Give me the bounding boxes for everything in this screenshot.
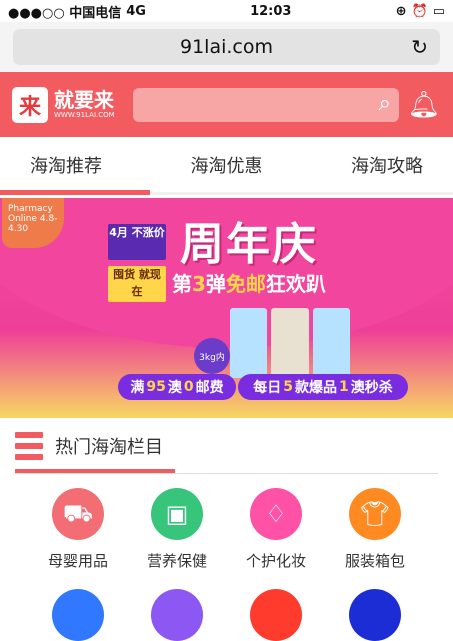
price-box-1: 4月 不涨价	[108, 224, 166, 260]
free-shipping-pill: 满 95 澳 0 邮费	[118, 374, 236, 400]
category-health[interactable]: ▣ 营养保健	[129, 488, 225, 571]
subtitle-number: 3	[192, 272, 206, 296]
pill1-suffix: 邮费	[195, 380, 224, 396]
category-baby[interactable]: ⛟ 母婴用品	[30, 488, 126, 571]
category-beauty[interactable]: ♢ 个护化妆	[228, 488, 324, 571]
subtitle-prefix: 第	[172, 272, 192, 296]
circle-icon	[250, 589, 302, 641]
pill2-mid: 款爆品	[295, 380, 337, 396]
list-icon	[15, 431, 43, 460]
hot-categories-header: 热门海淘栏目	[0, 418, 453, 473]
orientation-lock-icon: ⊕	[395, 3, 407, 19]
status-left: ●●●○○ 中国电信 4G	[8, 2, 146, 21]
pill1-mid: 澳	[167, 380, 182, 396]
alarm-icon: ⏰	[411, 3, 428, 19]
category-item[interactable]	[228, 589, 324, 641]
promo-banner[interactable]: Pharmacy Online 4.8-4.30 4月 不涨价 囤货 就现在 周…	[0, 198, 453, 418]
pill1-number2: 0	[183, 379, 194, 395]
circle-icon	[349, 589, 401, 641]
time-label: 12:03	[250, 3, 292, 19]
product-image-3	[312, 308, 350, 378]
pill2-number2: 1	[339, 379, 349, 395]
price-box-2: 囤货 就现在	[108, 266, 166, 302]
pill1-prefix: 满	[130, 380, 145, 396]
url-text: 91lai.com	[180, 36, 273, 58]
logo-title: 就要来	[54, 88, 114, 112]
category-item[interactable]	[129, 589, 225, 641]
tab-recommend[interactable]: 海淘推荐	[30, 152, 102, 178]
status-bar: ●●●○○ 中国电信 4G 12:03 ⊕ ⏰ ▭	[0, 0, 453, 22]
circle-icon	[151, 589, 203, 641]
product-image-2	[271, 308, 309, 378]
category-fashion[interactable]: 👕︎ 服装箱包	[327, 488, 423, 571]
shirt-icon: 👕︎	[349, 488, 401, 540]
pill2-prefix: 每日	[253, 380, 282, 396]
status-right: ⊕ ⏰ ▭	[396, 4, 445, 19]
category-label: 营养保健	[146, 552, 207, 570]
flash-sale-pill: 每日 5 款爆品 1 澳秒杀	[238, 374, 408, 400]
subtitle-highlight: 免邮	[225, 272, 266, 296]
category-item[interactable]	[327, 589, 423, 641]
tab-guides[interactable]: 海淘攻略	[351, 152, 423, 178]
categories-row-1: ⛟ 母婴用品 ▣ 营养保健 ♢ 个护化妆 👕︎ 服装箱包	[0, 474, 453, 571]
network-label: 4G	[126, 3, 146, 19]
logo-badge: 来	[12, 86, 48, 123]
site-header: 来 就要来 WWW.91LAI.COM ⌕ 🔔︎	[0, 72, 453, 137]
search-icon[interactable]: ⌕	[379, 91, 391, 116]
logo-text: 就要来 WWW.91LAI.COM	[54, 89, 115, 120]
pill2-number: 5	[283, 379, 293, 395]
pill2-suffix: 澳秒杀	[350, 380, 393, 396]
perfume-icon: ♢	[250, 488, 302, 540]
battery-icon: ▭	[432, 3, 445, 19]
tab-deals[interactable]: 海淘优惠	[191, 152, 263, 178]
section-underline	[15, 469, 175, 473]
section-title: 热门海淘栏目	[55, 436, 163, 458]
box-icon: ▣	[151, 488, 203, 540]
browser-url-bar: 91lai.com ↻	[0, 22, 453, 72]
circle-icon	[52, 589, 104, 641]
banner-subtitle: 第3弹免邮狂欢趴	[172, 268, 326, 297]
banner-title: 周年庆	[180, 219, 318, 270]
product-image-1	[230, 308, 268, 378]
category-label: 服装箱包	[344, 552, 405, 570]
stroller-icon: ⛟	[52, 488, 104, 540]
carrier-label: ●●●○○ 中国电信	[8, 5, 122, 21]
reload-icon[interactable]: ↻	[411, 35, 428, 59]
tab-bar: 海淘推荐 海淘优惠 海淘攻略	[0, 137, 453, 195]
category-item[interactable]	[30, 589, 126, 641]
weight-badge: 3kg内	[194, 338, 230, 374]
category-label: 母婴用品	[47, 552, 108, 570]
site-logo[interactable]: 来 就要来 WWW.91LAI.COM	[12, 86, 115, 123]
logo-subtitle: WWW.91LAI.COM	[54, 111, 115, 119]
category-label: 个护化妆	[245, 552, 306, 570]
search-input[interactable]: ⌕	[132, 87, 399, 122]
product-images	[230, 308, 350, 378]
subtitle-mid: 弹	[205, 272, 226, 296]
subtitle-suffix: 狂欢趴	[265, 272, 326, 296]
active-tab-indicator	[0, 190, 150, 195]
pill1-number: 95	[146, 379, 166, 395]
categories-row-2	[0, 571, 453, 641]
url-field[interactable]: 91lai.com ↻	[13, 29, 440, 65]
bell-icon[interactable]: 🔔︎	[407, 90, 441, 120]
